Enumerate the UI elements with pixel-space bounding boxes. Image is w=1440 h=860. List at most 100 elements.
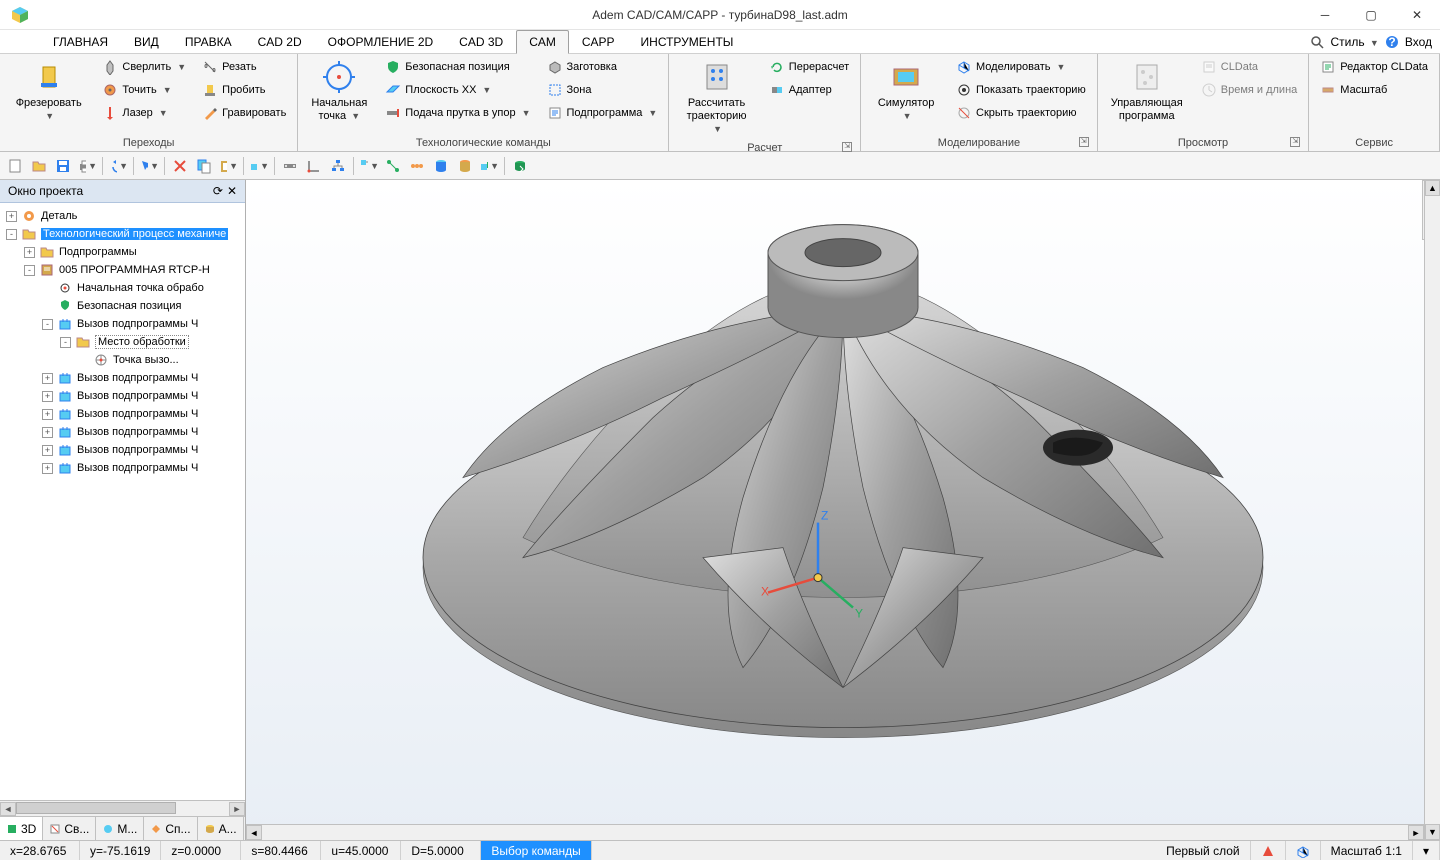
- tree-node[interactable]: Точка вызо...: [2, 351, 243, 369]
- zone-button[interactable]: Зона: [542, 79, 663, 101]
- 3d-viewport[interactable]: X Y Z Текст ▲▼ ◄►: [246, 180, 1440, 840]
- calc-button[interactable]: Рассчитатьтраекторию ▼: [675, 56, 757, 140]
- group-launcher[interactable]: ⇲: [1290, 137, 1300, 147]
- engrave-button[interactable]: Гравировать: [197, 102, 291, 124]
- scale-button[interactable]: Масштаб: [1315, 79, 1433, 101]
- blank-button[interactable]: Заготовка: [542, 56, 663, 78]
- cleditor-button[interactable]: Редактор CLData: [1315, 56, 1433, 78]
- login-button[interactable]: Вход: [1405, 35, 1432, 49]
- adapter-button[interactable]: Адаптер: [764, 79, 854, 101]
- tree-node[interactable]: -Технологический процесс механиче: [2, 225, 243, 243]
- hidetraj-button[interactable]: Скрыть траекторию: [951, 102, 1091, 124]
- tab-главная[interactable]: ГЛАВНАЯ: [40, 30, 121, 54]
- punch-button[interactable]: Пробить: [197, 79, 291, 101]
- expand-icon[interactable]: +: [42, 427, 53, 438]
- tab-правка[interactable]: ПРАВКА: [172, 30, 245, 54]
- db2-icon[interactable]: [454, 155, 476, 177]
- project-tab-0[interactable]: 3D: [0, 817, 43, 840]
- minimize-button[interactable]: ─: [1302, 0, 1348, 30]
- sharpen-button[interactable]: Точить▼: [97, 79, 191, 101]
- viewport-vscroll[interactable]: ▲▼: [1424, 180, 1440, 840]
- tree-node[interactable]: -Вызов подпрограммы Ч: [2, 315, 243, 333]
- cut-button[interactable]: Резать: [197, 56, 291, 78]
- delete-icon[interactable]: [169, 155, 191, 177]
- status-shade-icon[interactable]: [1251, 841, 1286, 860]
- expand-icon[interactable]: +: [42, 445, 53, 456]
- tree-node[interactable]: -Место обработки: [2, 333, 243, 351]
- refresh-icon[interactable]: ⟳: [213, 184, 223, 198]
- horizontal-scrollbar[interactable]: ◄►: [0, 800, 245, 816]
- insert-icon[interactable]: ▼: [248, 155, 270, 177]
- drill-button[interactable]: Сверлить▼: [97, 56, 191, 78]
- chain-icon[interactable]: [406, 155, 428, 177]
- tree-node[interactable]: +Вызов подпрограммы Ч: [2, 441, 243, 459]
- expand-icon[interactable]: +: [42, 463, 53, 474]
- project-tree[interactable]: +Деталь-Технологический процесс механиче…: [0, 203, 245, 800]
- project-tab-3[interactable]: Сп...: [144, 817, 197, 840]
- expand-icon[interactable]: +: [24, 247, 35, 258]
- coord-icon[interactable]: [303, 155, 325, 177]
- assembly-icon[interactable]: ▼: [478, 155, 500, 177]
- select-icon[interactable]: ▼: [138, 155, 160, 177]
- group-launcher[interactable]: ⇲: [842, 142, 852, 152]
- help-icon[interactable]: ?: [1385, 35, 1399, 49]
- tab-cam[interactable]: CAM: [516, 30, 569, 54]
- viewport-hscroll[interactable]: ◄►: [246, 824, 1424, 840]
- subprog-button[interactable]: Подпрограмма▼: [542, 102, 663, 124]
- expand-icon[interactable]: -: [42, 319, 53, 330]
- model-button[interactable]: Моделировать▼: [951, 56, 1091, 78]
- startpt-button[interactable]: Начальнаяточка ▼: [304, 56, 374, 126]
- showtraj-button[interactable]: Показать траекторию: [951, 79, 1091, 101]
- laser-button[interactable]: Лазер▼: [97, 102, 191, 124]
- feedstop-button[interactable]: Подача прутка в упор▼: [380, 102, 535, 124]
- status-scale[interactable]: Масштаб 1:1: [1321, 841, 1413, 860]
- tree-node[interactable]: +Вызов подпрограммы Ч: [2, 423, 243, 441]
- project-tab-2[interactable]: М...: [96, 817, 144, 840]
- status-layer[interactable]: Первый слой: [1156, 841, 1251, 860]
- open-icon[interactable]: [28, 155, 50, 177]
- recalc-button[interactable]: Перерасчет: [764, 56, 854, 78]
- paste-icon[interactable]: ▼: [217, 155, 239, 177]
- tree-node[interactable]: -005 ПРОГРАММНАЯ RTCP-Н: [2, 261, 243, 279]
- export-icon[interactable]: [509, 155, 531, 177]
- planexx-button[interactable]: Плоскость XX▼: [380, 79, 535, 101]
- tree-node[interactable]: Начальная точка обрабо: [2, 279, 243, 297]
- print-icon[interactable]: ▼: [76, 155, 98, 177]
- safe-button[interactable]: Безопасная позиция: [380, 56, 535, 78]
- tree-node[interactable]: Безопасная позиция: [2, 297, 243, 315]
- save-icon[interactable]: [52, 155, 74, 177]
- path-icon[interactable]: [382, 155, 404, 177]
- tree-node[interactable]: +Вызов подпрограммы Ч: [2, 459, 243, 477]
- tree-node[interactable]: +Вызов подпрограммы Ч: [2, 387, 243, 405]
- close-button[interactable]: ✕: [1394, 0, 1440, 30]
- status-view-icon[interactable]: [1286, 841, 1321, 860]
- copy-icon[interactable]: [193, 155, 215, 177]
- tab-инструменты[interactable]: ИНСТРУМЕНТЫ: [628, 30, 747, 54]
- tab-оформление-2d[interactable]: ОФОРМЛЕНИЕ 2D: [315, 30, 447, 54]
- tab-cad-2d[interactable]: CAD 2D: [245, 30, 315, 54]
- expand-icon[interactable]: -: [6, 229, 17, 240]
- measure-icon[interactable]: [279, 155, 301, 177]
- expand-icon[interactable]: +: [42, 373, 53, 384]
- group-launcher[interactable]: ⇲: [1079, 137, 1089, 147]
- tree-node[interactable]: +Подпрограммы: [2, 243, 243, 261]
- maximize-button[interactable]: ▢: [1348, 0, 1394, 30]
- tab-вид[interactable]: ВИД: [121, 30, 172, 54]
- tab-capp[interactable]: CAPP: [569, 30, 628, 54]
- project-tab-4[interactable]: А...: [198, 817, 244, 840]
- style-dropdown[interactable]: Стиль ▼: [1330, 35, 1378, 49]
- sim-button[interactable]: Симулятор ▼: [867, 56, 945, 126]
- project-tab-1[interactable]: Св...: [43, 817, 96, 840]
- expand-icon[interactable]: +: [42, 409, 53, 420]
- hierarchy-icon[interactable]: [327, 155, 349, 177]
- new-icon[interactable]: [4, 155, 26, 177]
- expand-icon[interactable]: +: [42, 391, 53, 402]
- undo-icon[interactable]: ▼: [107, 155, 129, 177]
- db-icon[interactable]: [430, 155, 452, 177]
- expand-icon[interactable]: +: [6, 211, 17, 222]
- close-panel-icon[interactable]: ✕: [227, 184, 237, 198]
- tree-node[interactable]: +Вызов подпрограммы Ч: [2, 369, 243, 387]
- expand-icon[interactable]: -: [24, 265, 35, 276]
- search-icon[interactable]: [1310, 35, 1324, 49]
- expand-icon[interactable]: -: [60, 337, 71, 348]
